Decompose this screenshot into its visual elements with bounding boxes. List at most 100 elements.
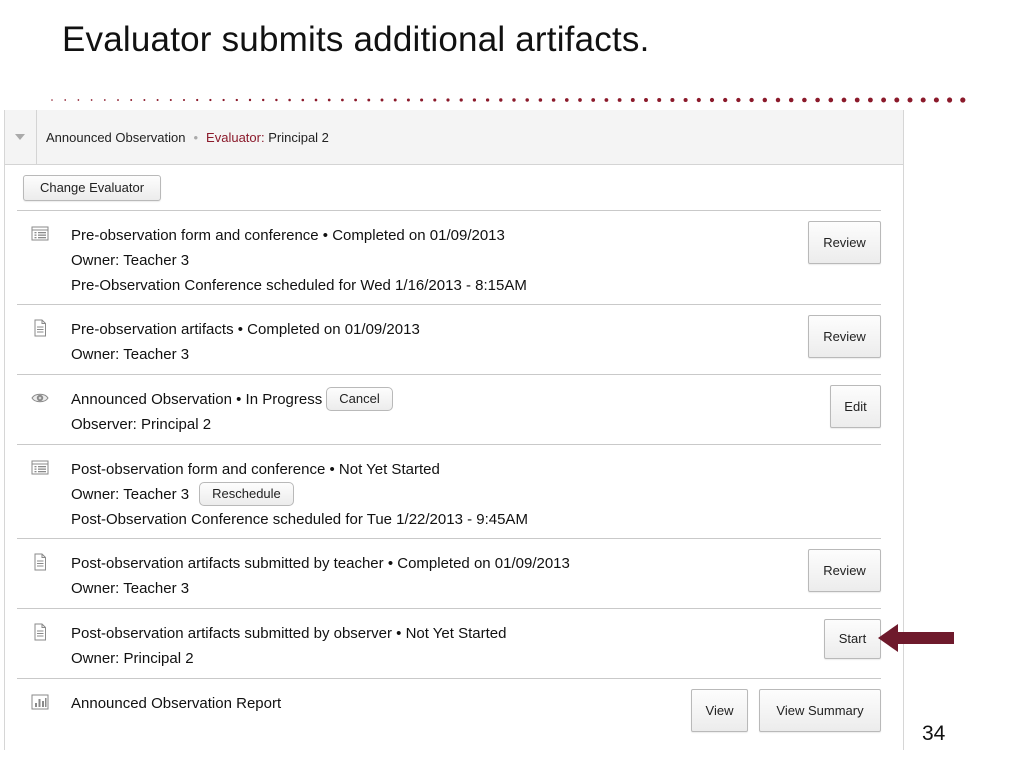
list-item: Post-observation artifacts submitted by … <box>17 608 881 679</box>
divider-dot <box>90 99 93 101</box>
divider-dot <box>775 97 781 103</box>
reschedule-button[interactable]: Reschedule <box>199 482 294 507</box>
divider-dot <box>709 97 715 103</box>
divider-dot <box>617 98 622 102</box>
divider-dot <box>275 98 278 102</box>
divider-dot <box>788 97 794 103</box>
view-button[interactable]: View <box>691 689 748 732</box>
divider-dot <box>499 98 503 102</box>
pointer-arrow-icon <box>878 624 954 652</box>
list-item: Pre-observation form and conference • Co… <box>17 210 881 305</box>
review-button[interactable]: Review <box>808 315 881 358</box>
divider-dot <box>907 97 913 103</box>
divider-dot <box>815 97 820 103</box>
eye-icon <box>31 393 49 403</box>
item-title: Pre-observation artifacts • Completed on… <box>71 321 420 338</box>
form-list-icon <box>31 226 49 241</box>
observation-header[interactable]: Announced Observation • Evaluator: Princip… <box>5 110 903 165</box>
cancel-button[interactable]: Cancel <box>326 387 393 412</box>
divider-dot <box>235 98 238 102</box>
divider-dot <box>301 98 305 102</box>
list-item: Announced Observation Report View View S… <box>17 678 881 750</box>
divider-dot <box>538 98 543 102</box>
divider-dot <box>406 98 410 102</box>
item-owner: Owner: Teacher 3 <box>71 252 190 269</box>
divider-dot <box>578 98 582 102</box>
divider-dot <box>762 97 768 103</box>
page-number: 34 <box>922 722 946 745</box>
divider-dot <box>169 98 172 102</box>
divider-dot <box>867 97 873 103</box>
item-schedule: Post-Observation Conference scheduled fo… <box>71 511 528 529</box>
divider-dot <box>696 97 701 103</box>
change-evaluator-button[interactable]: Change Evaluator <box>23 175 161 201</box>
divider-dot <box>472 98 477 102</box>
document-icon <box>34 623 46 641</box>
item-owner: Owner: Principal 2 <box>71 650 194 667</box>
header-text: Announced Observation • Evaluator: Princip… <box>46 130 329 145</box>
divider-dot <box>143 99 146 101</box>
divider-dot <box>670 97 675 103</box>
item-owner: Owner: Teacher 3 <box>71 486 190 503</box>
divider-dot <box>657 98 662 102</box>
divider-dot <box>485 98 490 102</box>
divider-dot <box>841 97 847 103</box>
document-icon <box>34 319 46 337</box>
start-button[interactable]: Start <box>824 619 881 659</box>
divider-dot <box>881 97 887 103</box>
list-item: Post-observation form and conference • N… <box>17 444 881 539</box>
divider-dot <box>117 99 119 101</box>
item-title: Announced Observation • In Progress <box>71 391 323 408</box>
divider-dot <box>736 97 741 103</box>
item-title: Announced Observation Report <box>71 695 282 712</box>
divider-dot <box>446 98 450 102</box>
collapse-toggle[interactable] <box>5 110 37 164</box>
review-button[interactable]: Review <box>808 549 881 592</box>
divider-dot <box>314 98 318 102</box>
item-owner: Owner: Teacher 3 <box>71 346 190 363</box>
list-item: Announced Observation • In Progress Cance… <box>17 374 881 445</box>
divider-dot <box>920 97 926 103</box>
bullet-separator: • <box>193 130 199 145</box>
divider-dot <box>341 98 344 102</box>
divider-dot <box>525 98 529 102</box>
evaluator-label: Evaluator: <box>206 130 265 145</box>
divider-dot <box>130 99 133 101</box>
observation-panel: Announced Observation • Evaluator: Princip… <box>4 110 904 750</box>
divider-dot <box>604 98 609 102</box>
item-title: Post-observation artifacts submitted by … <box>71 625 507 642</box>
divider-dot <box>459 98 463 102</box>
divider-dot <box>723 97 728 103</box>
divider-dot <box>828 97 834 103</box>
divider-dot <box>156 98 159 102</box>
divider-dot <box>749 97 754 103</box>
divider-dot <box>894 97 900 103</box>
list-item: Post-observation artifacts submitted by … <box>17 538 881 609</box>
bar-chart-icon <box>31 694 49 710</box>
review-button[interactable]: Review <box>808 221 881 264</box>
divider-dot <box>512 98 516 102</box>
evaluator-name: Principal 2 <box>268 130 329 145</box>
divider-dot <box>64 99 67 101</box>
list-item: Pre-observation artifacts • Completed on… <box>17 304 881 375</box>
divider-dot <box>551 98 556 102</box>
divider-dot <box>933 97 939 103</box>
slide-title: Evaluator submits additional artifacts. <box>62 20 650 59</box>
view-summary-button[interactable]: View Summary <box>759 689 881 732</box>
divider-dot <box>327 98 331 102</box>
dotted-divider <box>51 97 966 103</box>
divider-dot <box>380 98 384 102</box>
edit-button[interactable]: Edit <box>830 385 881 428</box>
divider-dot <box>103 99 106 101</box>
divider-dot <box>354 98 357 102</box>
divider-dot <box>261 98 265 102</box>
item-title: Post-observation form and conference • N… <box>71 461 440 478</box>
divider-dot <box>564 98 569 102</box>
divider-dot <box>393 98 397 102</box>
divider-dot <box>683 97 688 103</box>
divider-dot <box>433 98 437 102</box>
form-list-icon <box>31 460 49 475</box>
divider-dot <box>420 98 424 102</box>
divider-dot <box>644 98 648 102</box>
divider-dot <box>196 98 199 102</box>
